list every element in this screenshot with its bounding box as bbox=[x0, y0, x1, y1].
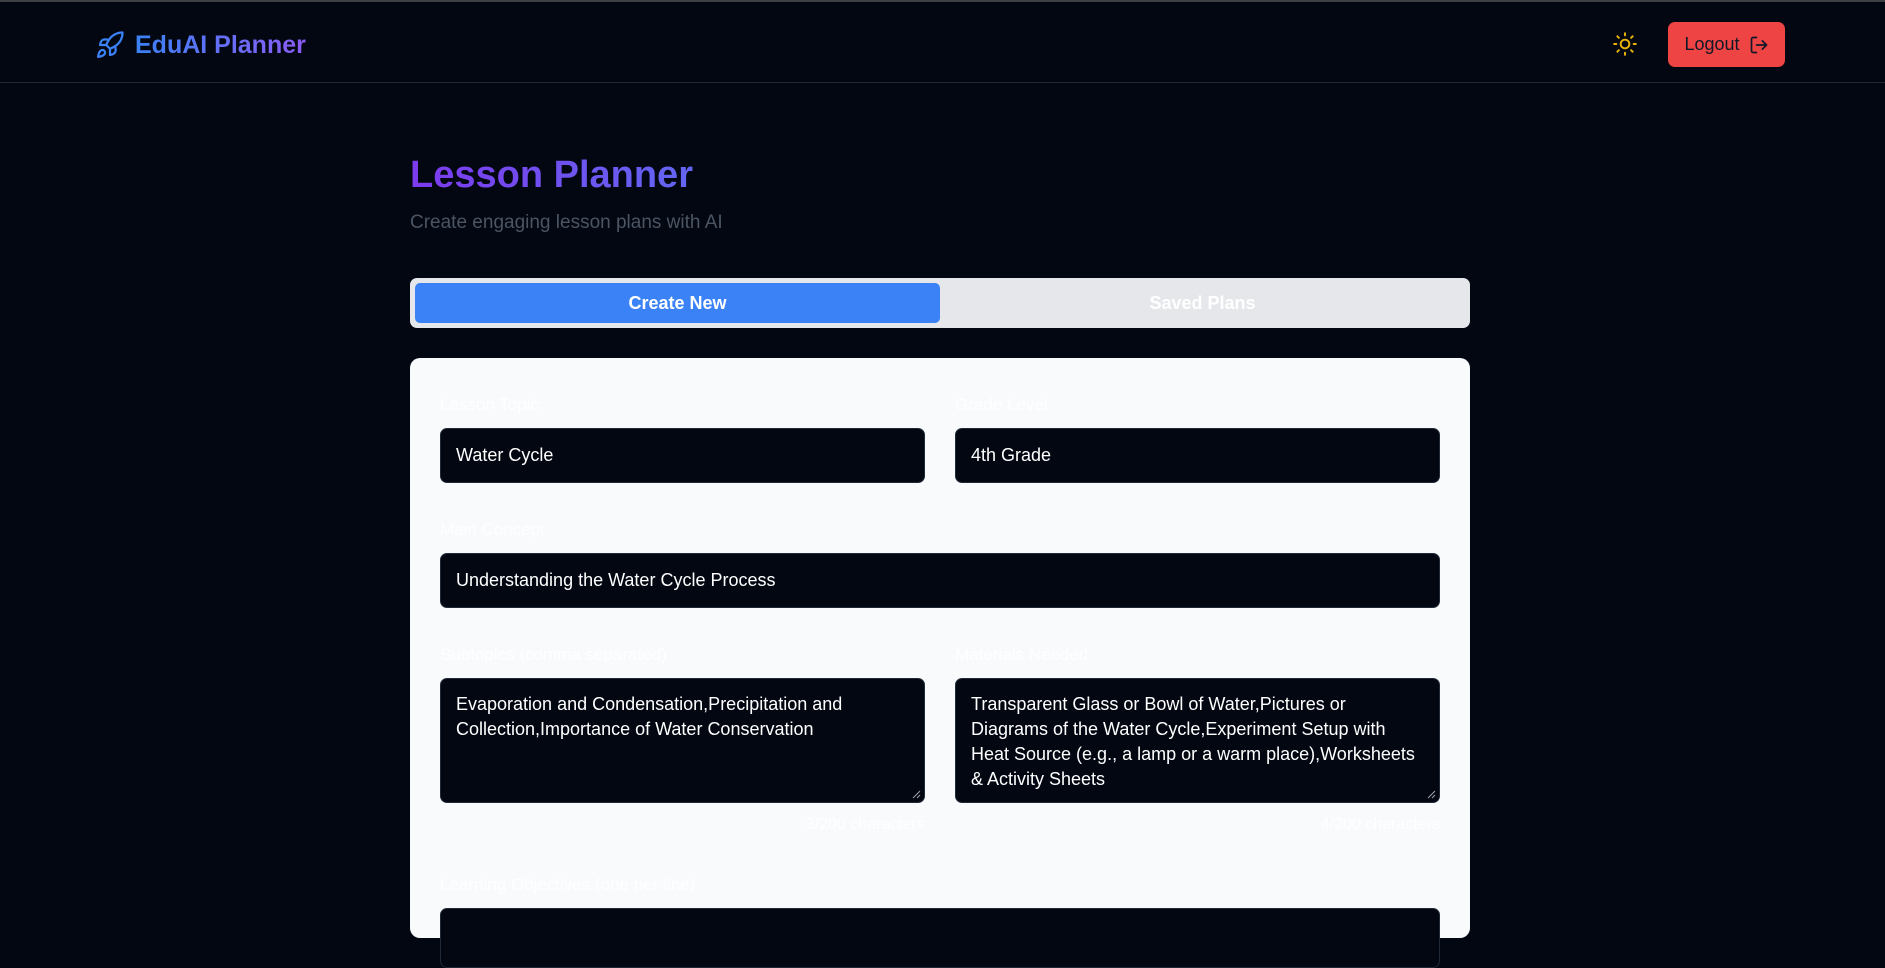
materials-counter: 4/200 characters bbox=[1320, 816, 1440, 833]
top-navbar: EduAI Planner Logout bbox=[0, 2, 1885, 83]
materials-textarea[interactable]: Transparent Glass or Bowl of Water,Pictu… bbox=[955, 678, 1440, 803]
sun-icon bbox=[1613, 32, 1637, 56]
tab-saved-plans[interactable]: Saved Plans bbox=[940, 283, 1465, 323]
theme-toggle-button[interactable] bbox=[1610, 29, 1640, 59]
learning-objectives-label: Learning Objectives (one per line) bbox=[440, 875, 696, 894]
materials-text: Transparent Glass or Bowl of Water,Pictu… bbox=[971, 694, 1415, 789]
main-concept-input[interactable]: Understanding the Water Cycle Process bbox=[440, 553, 1440, 608]
resize-grip-icon[interactable] bbox=[1426, 789, 1436, 799]
subtopics-label: Subtopics (comma separated) bbox=[440, 645, 667, 664]
brand-link[interactable]: EduAI Planner bbox=[95, 27, 306, 63]
subtopics-text: Evaporation and Condensation,Precipitati… bbox=[456, 694, 843, 739]
page-subtitle: Create engaging lesson plans with AI bbox=[410, 212, 723, 233]
app-name: EduAI Planner bbox=[135, 30, 306, 59]
learning-objectives-textarea[interactable] bbox=[440, 908, 1440, 968]
page-title: Lesson Planner bbox=[410, 154, 693, 196]
lesson-form-card: Lesson Topic Water Cycle Grade Level 4th… bbox=[410, 358, 1470, 968]
grade-level-label: Grade Level bbox=[955, 395, 1048, 414]
resize-grip-icon[interactable] bbox=[911, 789, 921, 799]
tab-bar: Create New Saved Plans bbox=[410, 278, 1470, 328]
subtopics-counter: 3/200 characters bbox=[805, 816, 925, 833]
logout-label: Logout bbox=[1684, 34, 1740, 54]
main-concept-label: Main Concept bbox=[440, 520, 545, 539]
logout-button[interactable]: Logout bbox=[1668, 22, 1785, 67]
materials-label: Materials Needed bbox=[955, 645, 1089, 664]
tab-create-new[interactable]: Create New bbox=[415, 283, 940, 323]
logout-icon bbox=[1750, 36, 1767, 53]
lesson-topic-input[interactable]: Water Cycle bbox=[440, 428, 925, 483]
rocket-icon bbox=[97, 31, 124, 58]
grade-level-input[interactable]: 4th Grade bbox=[955, 428, 1440, 483]
lesson-topic-label: Lesson Topic bbox=[440, 395, 539, 414]
subtopics-textarea[interactable]: Evaporation and Condensation,Precipitati… bbox=[440, 678, 925, 803]
